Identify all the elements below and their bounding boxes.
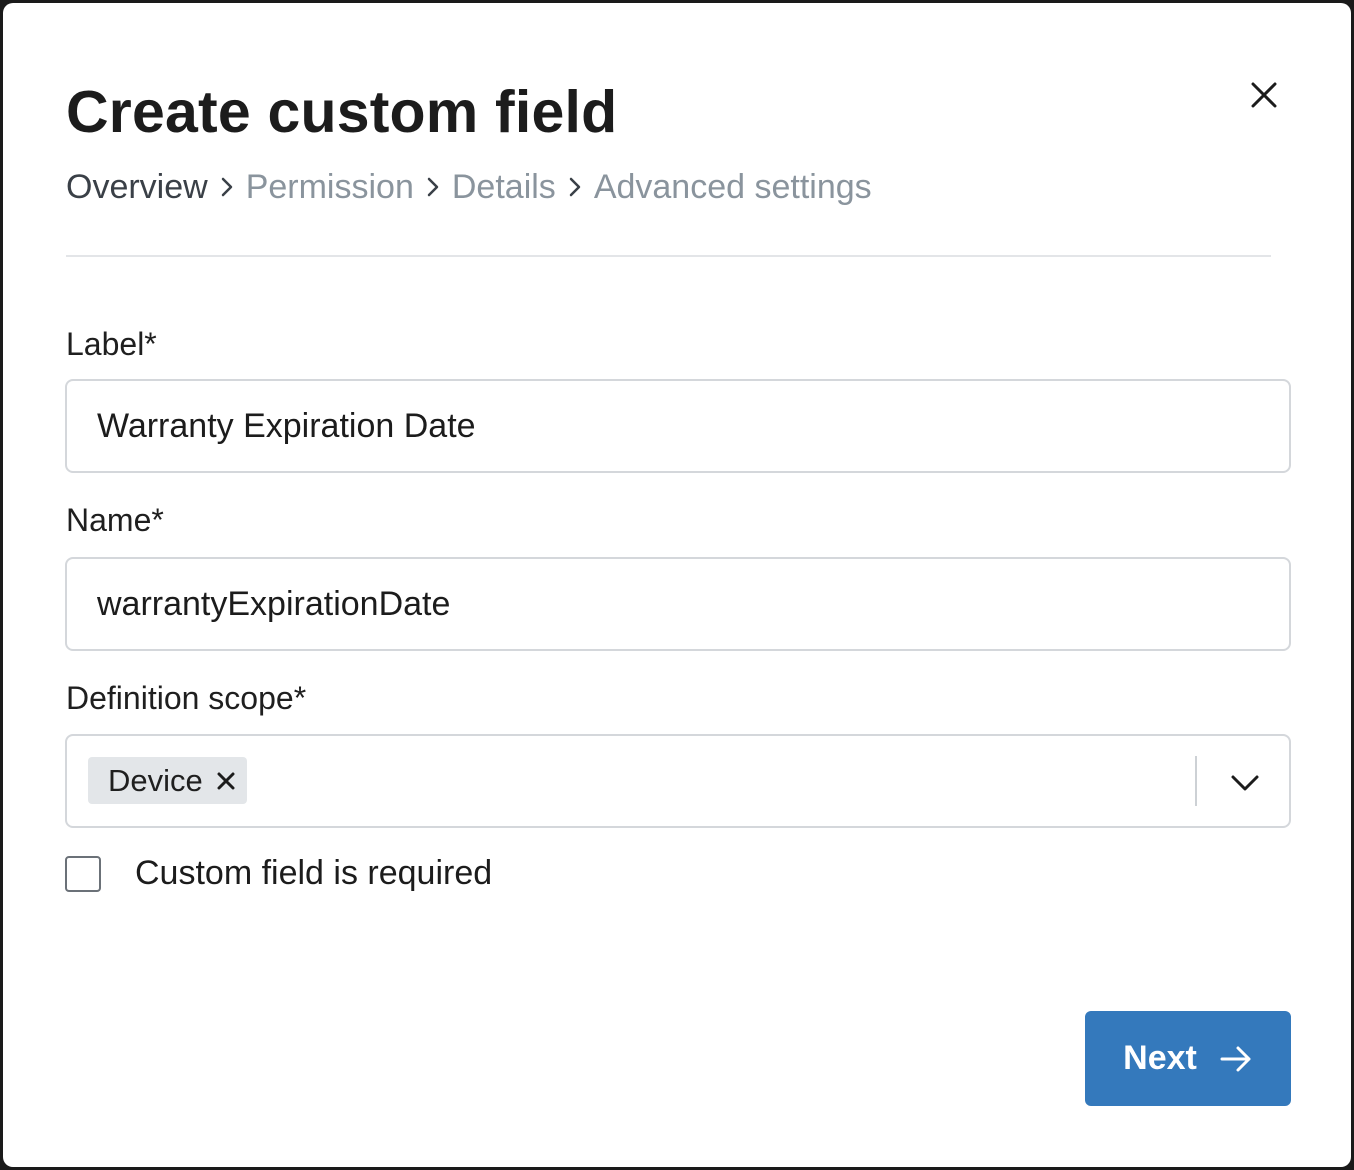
breadcrumb: Overview Permission Details Advanced set… [66,165,872,209]
next-button-label: Next [1123,1039,1197,1077]
required-checkbox-label: Custom field is required [135,854,493,892]
name-field-label: Name* [66,502,164,538]
breadcrumb-step-advanced-settings[interactable]: Advanced settings [594,165,872,209]
header-divider [66,255,1271,257]
close-icon [1251,82,1277,108]
name-input[interactable] [65,557,1291,651]
next-button[interactable]: Next [1085,1011,1291,1106]
breadcrumb-step-details[interactable]: Details [452,165,556,209]
label-input[interactable] [65,379,1291,473]
chevron-right-icon [414,176,452,198]
create-custom-field-modal: Create custom field Overview Permission … [3,3,1351,1167]
x-icon[interactable] [217,772,235,790]
arrow-right-icon [1219,1045,1253,1073]
select-dropdown-toggle[interactable] [1217,756,1273,810]
definition-scope-label: Definition scope* [66,680,307,716]
close-button[interactable] [1244,75,1284,115]
breadcrumb-step-overview[interactable]: Overview [66,165,208,209]
breadcrumb-step-permission[interactable]: Permission [246,165,414,209]
scope-tag-device: Device [88,757,247,804]
modal-title: Create custom field [66,79,618,145]
definition-scope-select[interactable]: Device [65,734,1291,828]
scope-tag-label: Device [108,762,203,798]
chevron-right-icon [208,176,246,198]
label-field-label: Label* [66,326,157,362]
chevron-down-icon [1231,775,1259,791]
required-checkbox[interactable] [65,855,101,892]
required-checkbox-row[interactable]: Custom field is required [65,854,492,893]
select-separator [1195,756,1197,806]
chevron-right-icon [556,176,594,198]
